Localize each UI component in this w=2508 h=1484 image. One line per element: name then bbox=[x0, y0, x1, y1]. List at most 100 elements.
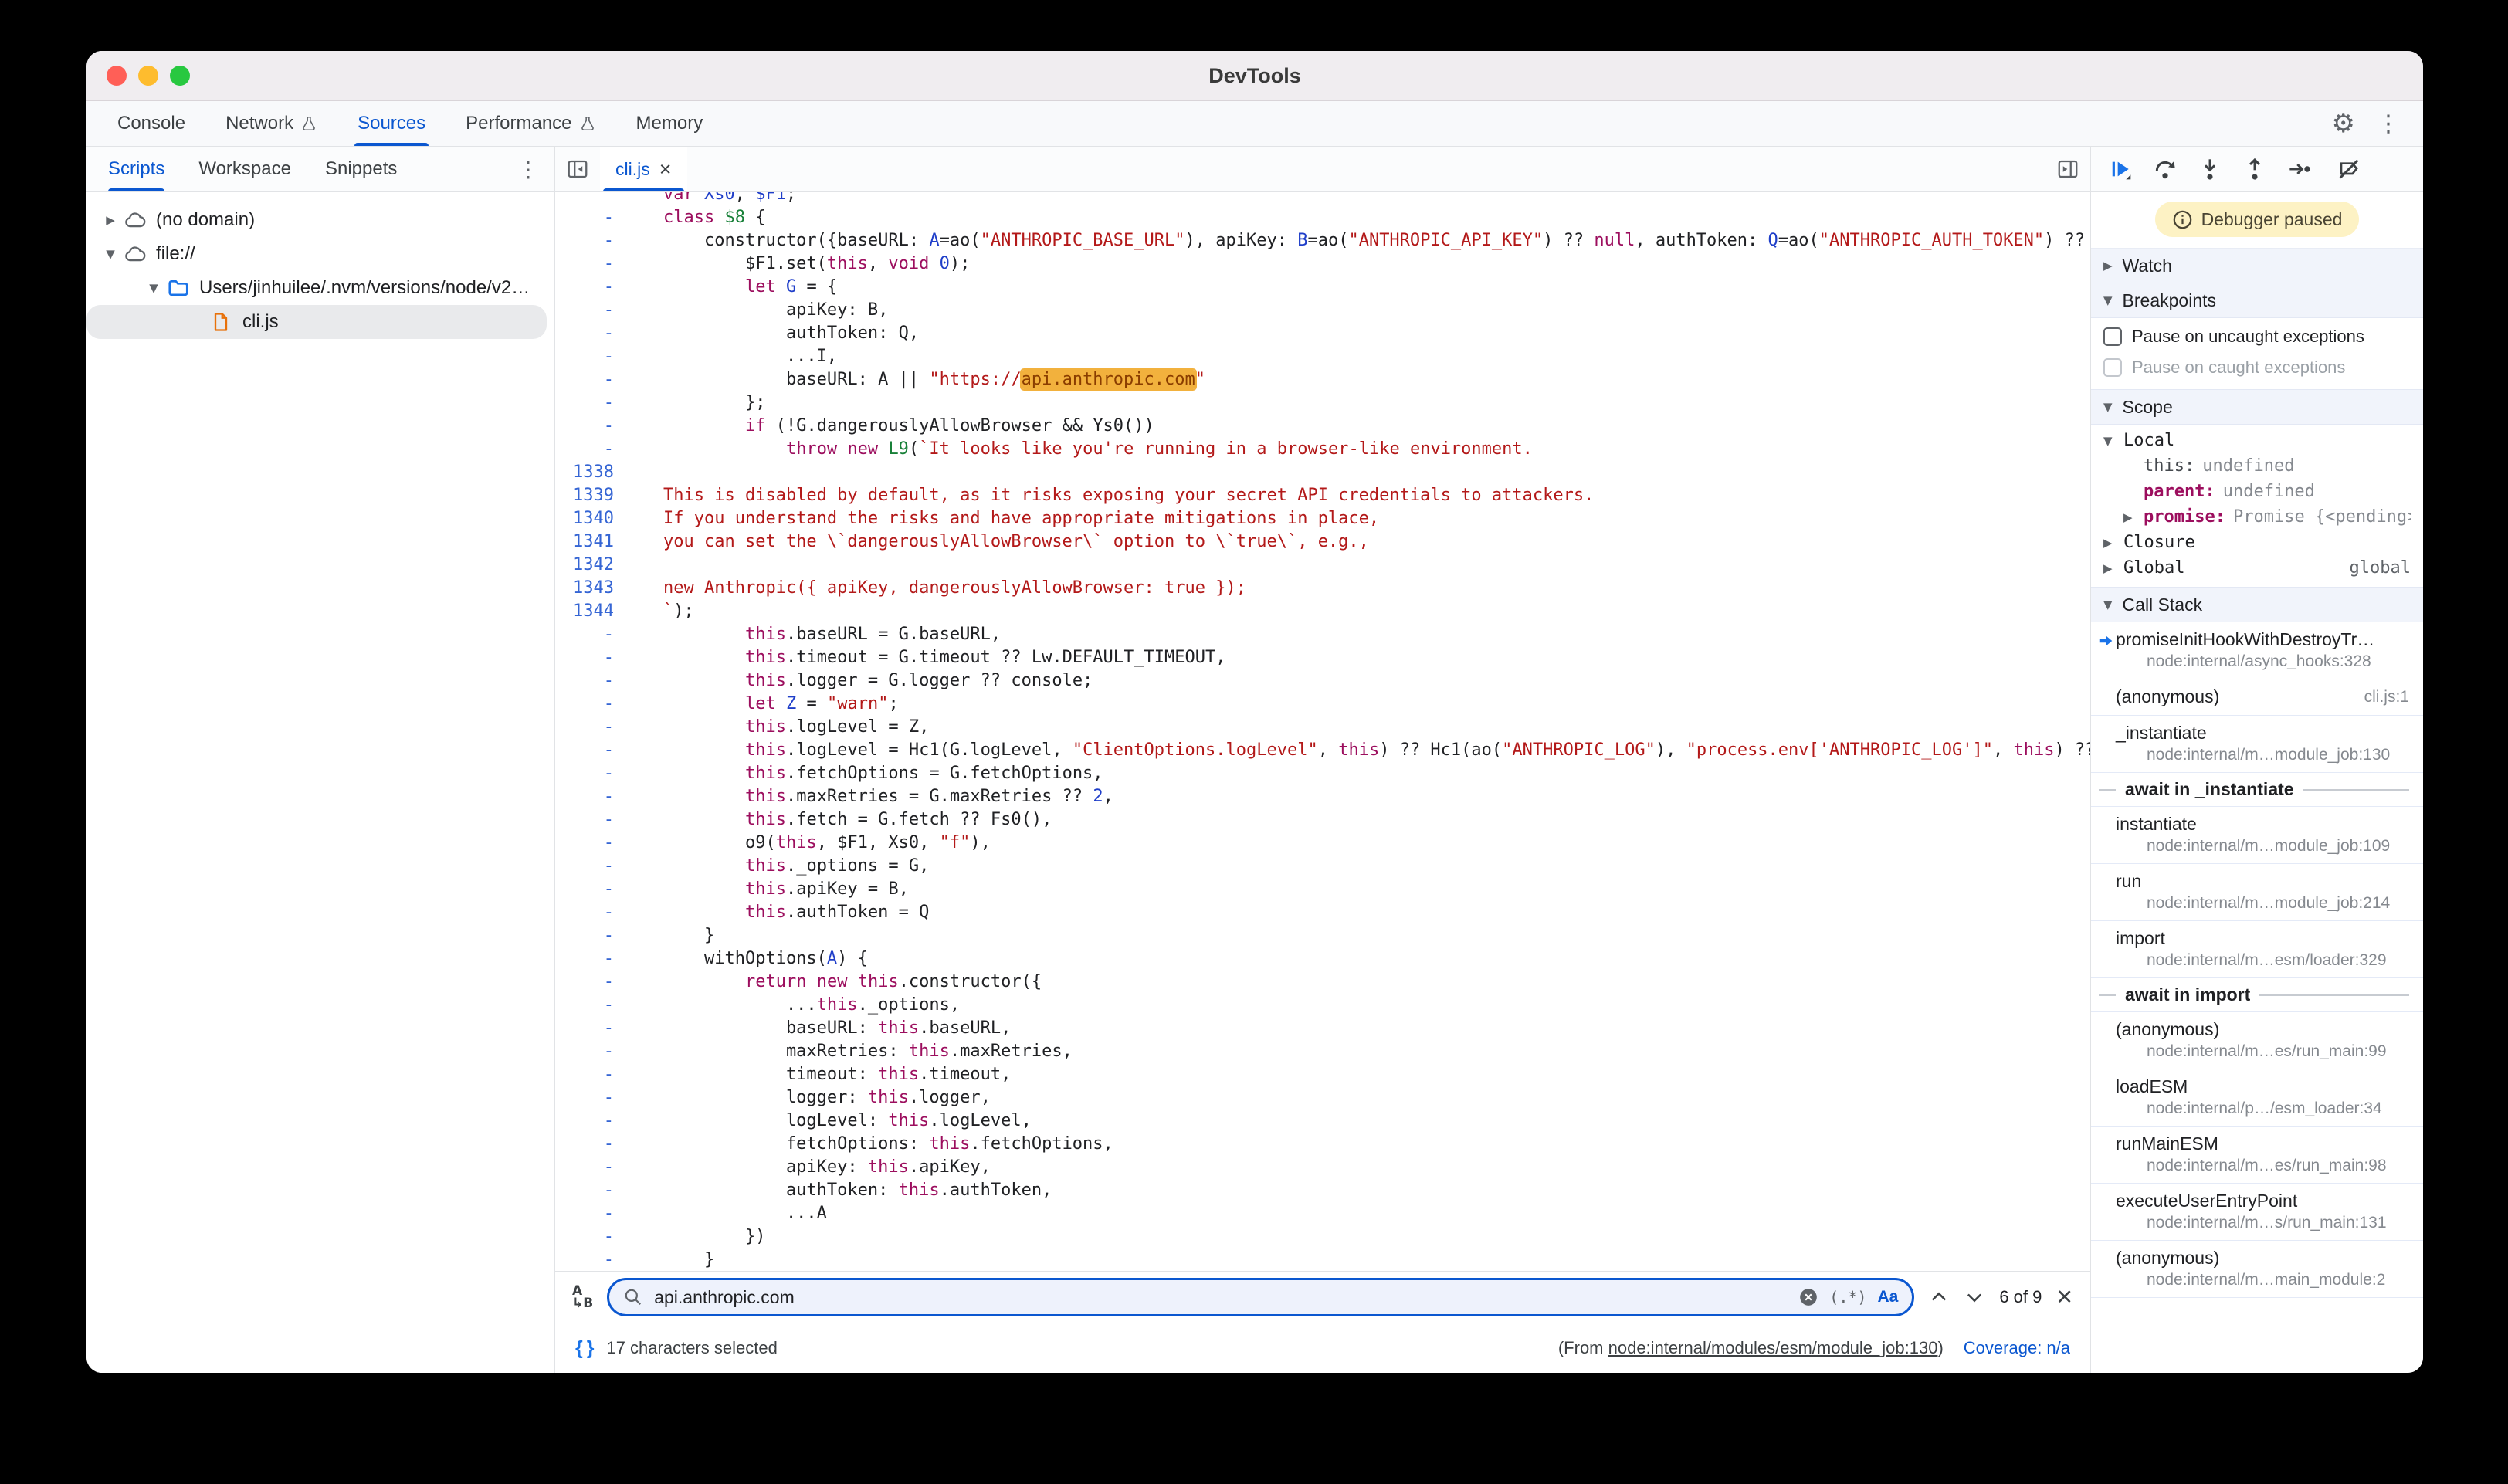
line-gutter[interactable]: - bbox=[555, 878, 632, 901]
line-gutter[interactable]: - bbox=[555, 1086, 632, 1110]
scope-group-global[interactable]: ▶Globalglobal bbox=[2091, 555, 2423, 581]
line-gutter[interactable]: - bbox=[555, 1202, 632, 1225]
scope-group-closure[interactable]: ▶Closure bbox=[2091, 530, 2423, 555]
pretty-print-icon[interactable]: { } bbox=[575, 1337, 594, 1360]
settings-gear-icon[interactable]: ⚙ bbox=[2332, 108, 2355, 139]
line-gutter[interactable]: - bbox=[555, 901, 632, 924]
deactivate-breakpoints-button[interactable] bbox=[2329, 152, 2369, 186]
call-stack-frame-instantiate[interactable]: instantiatenode:internal/m…module_job:10… bbox=[2091, 807, 2423, 864]
navigator-more-kebab-icon[interactable]: ⋮ bbox=[517, 157, 554, 182]
replace-toggle-icon[interactable]: A↳B bbox=[572, 1285, 593, 1310]
resume-script-button[interactable] bbox=[2100, 152, 2140, 186]
section-call-stack[interactable]: ▼Call Stack bbox=[2091, 588, 2423, 622]
navigator-tab-snippets[interactable]: Snippets bbox=[308, 147, 414, 191]
line-gutter[interactable]: - bbox=[555, 415, 632, 438]
line-gutter[interactable]: - bbox=[555, 971, 632, 994]
match-case-toggle-icon[interactable]: Aa bbox=[1877, 1288, 1898, 1306]
line-gutter[interactable]: - bbox=[555, 716, 632, 739]
line-gutter[interactable]: - bbox=[555, 739, 632, 762]
tree-item-users-jinhuilee-nvm-versions-node-v2[interactable]: ▼Users/jinhuilee/.nvm/versions/node/v2… bbox=[86, 271, 554, 305]
line-gutter[interactable]: - bbox=[555, 785, 632, 808]
breakpoint-option-pause-on-uncaught-exceptions[interactable]: Pause on uncaught exceptions bbox=[2091, 321, 2423, 352]
tab-sources[interactable]: Sources bbox=[337, 101, 446, 146]
line-gutter[interactable]: - bbox=[555, 229, 632, 252]
line-gutter[interactable]: - bbox=[555, 391, 632, 415]
line-gutter[interactable]: - bbox=[555, 276, 632, 299]
line-gutter[interactable]: - bbox=[555, 345, 632, 368]
section-watch[interactable]: ▶Watch bbox=[2091, 249, 2423, 283]
line-gutter[interactable]: - bbox=[555, 994, 632, 1017]
line-gutter[interactable]: - bbox=[555, 438, 632, 461]
line-gutter[interactable] bbox=[555, 192, 632, 206]
line-gutter[interactable]: - bbox=[555, 322, 632, 345]
navigator-tab-workspace[interactable]: Workspace bbox=[181, 147, 308, 191]
line-gutter[interactable]: - bbox=[555, 832, 632, 855]
chevron-right-icon[interactable]: ▶ bbox=[2103, 561, 2123, 575]
collapse-navigator-icon[interactable] bbox=[555, 158, 600, 181]
line-gutter[interactable]: - bbox=[555, 1040, 632, 1063]
scope-property-promise[interactable]: ▶promise:Promise {<pending>} bbox=[2091, 504, 2423, 530]
call-stack-frame-anonymous[interactable]: (anonymous)cli.js:1 bbox=[2091, 679, 2423, 716]
section-scope[interactable]: ▼Scope bbox=[2091, 390, 2423, 425]
line-gutter[interactable]: - bbox=[555, 693, 632, 716]
call-stack-frame-import[interactable]: importnode:internal/m…esm/loader:329 bbox=[2091, 921, 2423, 978]
line-gutter[interactable]: - bbox=[555, 1225, 632, 1249]
line-gutter[interactable]: - bbox=[555, 1179, 632, 1202]
code-editor[interactable]: var Xs0, $F1;-class $8 {- constructor({b… bbox=[555, 192, 2090, 1271]
open-file-tab[interactable]: cli.js × bbox=[600, 147, 687, 191]
call-stack-frame-executeuserentrypoint[interactable]: executeUserEntryPointnode:internal/m…s/r… bbox=[2091, 1184, 2423, 1241]
source-origin-link[interactable]: node:internal/modules/esm/module_job:130 bbox=[1608, 1338, 1938, 1357]
coverage-link[interactable]: Coverage: n/a bbox=[1964, 1338, 2070, 1358]
step-into-button[interactable] bbox=[2190, 152, 2230, 186]
line-gutter[interactable]: 1344 bbox=[555, 600, 632, 623]
line-gutter[interactable]: - bbox=[555, 368, 632, 391]
previous-match-button[interactable] bbox=[1928, 1286, 1950, 1308]
line-gutter[interactable]: 1340 bbox=[555, 507, 632, 530]
tree-item-file[interactable]: ▼file:// bbox=[86, 237, 554, 271]
line-gutter[interactable]: - bbox=[555, 1133, 632, 1156]
regex-toggle-icon[interactable]: (.*) bbox=[1829, 1288, 1866, 1306]
line-gutter[interactable]: - bbox=[555, 206, 632, 229]
scope-property-parent[interactable]: parent:undefined bbox=[2091, 479, 2423, 504]
tree-item-no-domain[interactable]: ▶(no domain) bbox=[86, 203, 554, 237]
tab-network[interactable]: Network bbox=[205, 101, 337, 146]
line-gutter[interactable]: - bbox=[555, 808, 632, 832]
line-gutter[interactable]: - bbox=[555, 947, 632, 971]
scope-group-local[interactable]: ▼Local bbox=[2091, 428, 2423, 453]
call-stack-frame-loadesm[interactable]: loadESMnode:internal/p…/esm_loader:34 bbox=[2091, 1069, 2423, 1127]
call-stack-frame-instantiate[interactable]: _instantiatenode:internal/m…module_job:1… bbox=[2091, 716, 2423, 773]
next-match-button[interactable] bbox=[1964, 1286, 1985, 1308]
line-gutter[interactable]: 1339 bbox=[555, 484, 632, 507]
line-gutter[interactable]: - bbox=[555, 1156, 632, 1179]
line-gutter[interactable]: - bbox=[555, 924, 632, 947]
step-button[interactable] bbox=[2279, 152, 2320, 186]
call-stack-frame-anonymous[interactable]: (anonymous)node:internal/m…main_module:2 bbox=[2091, 1241, 2423, 1298]
line-gutter[interactable]: - bbox=[555, 1249, 632, 1271]
line-gutter[interactable]: - bbox=[555, 299, 632, 322]
line-gutter[interactable]: 1338 bbox=[555, 461, 632, 484]
tab-memory[interactable]: Memory bbox=[616, 101, 724, 146]
call-stack-frame-promiseinithookwithdestroytr[interactable]: promiseInitHookWithDestroyTr…node:intern… bbox=[2091, 622, 2423, 679]
line-gutter[interactable]: 1343 bbox=[555, 577, 632, 600]
search-input[interactable]: api.anthropic.com (.*) Aa bbox=[607, 1278, 1914, 1316]
call-stack-frame-runmainesm[interactable]: runMainESMnode:internal/m…es/run_main:98 bbox=[2091, 1127, 2423, 1184]
chevron-down-icon[interactable]: ▼ bbox=[141, 281, 167, 295]
chevron-right-icon[interactable]: ▶ bbox=[2103, 536, 2123, 550]
tree-item-cli-js[interactable]: cli.js bbox=[86, 305, 547, 339]
chevron-right-icon[interactable]: ▶ bbox=[2123, 510, 2144, 524]
call-stack-frame-run[interactable]: runnode:internal/m…module_job:214 bbox=[2091, 864, 2423, 921]
line-gutter[interactable]: - bbox=[555, 1017, 632, 1040]
line-gutter[interactable]: - bbox=[555, 1063, 632, 1086]
line-gutter[interactable]: - bbox=[555, 623, 632, 646]
chevron-down-icon[interactable]: ▼ bbox=[2103, 434, 2123, 448]
close-file-tab-icon[interactable]: × bbox=[659, 159, 672, 180]
line-gutter[interactable]: - bbox=[555, 646, 632, 669]
clear-search-icon[interactable] bbox=[1798, 1287, 1818, 1307]
navigator-tab-scripts[interactable]: Scripts bbox=[91, 147, 181, 191]
collapse-debugger-sidebar-icon[interactable] bbox=[2045, 158, 2090, 181]
more-options-kebab-icon[interactable]: ⋮ bbox=[2377, 110, 2400, 137]
call-stack-frame-anonymous[interactable]: (anonymous)node:internal/m…es/run_main:9… bbox=[2091, 1012, 2423, 1069]
step-over-button[interactable] bbox=[2145, 152, 2185, 186]
close-find-bar-icon[interactable]: ✕ bbox=[2056, 1286, 2073, 1310]
line-gutter[interactable]: - bbox=[555, 1110, 632, 1133]
